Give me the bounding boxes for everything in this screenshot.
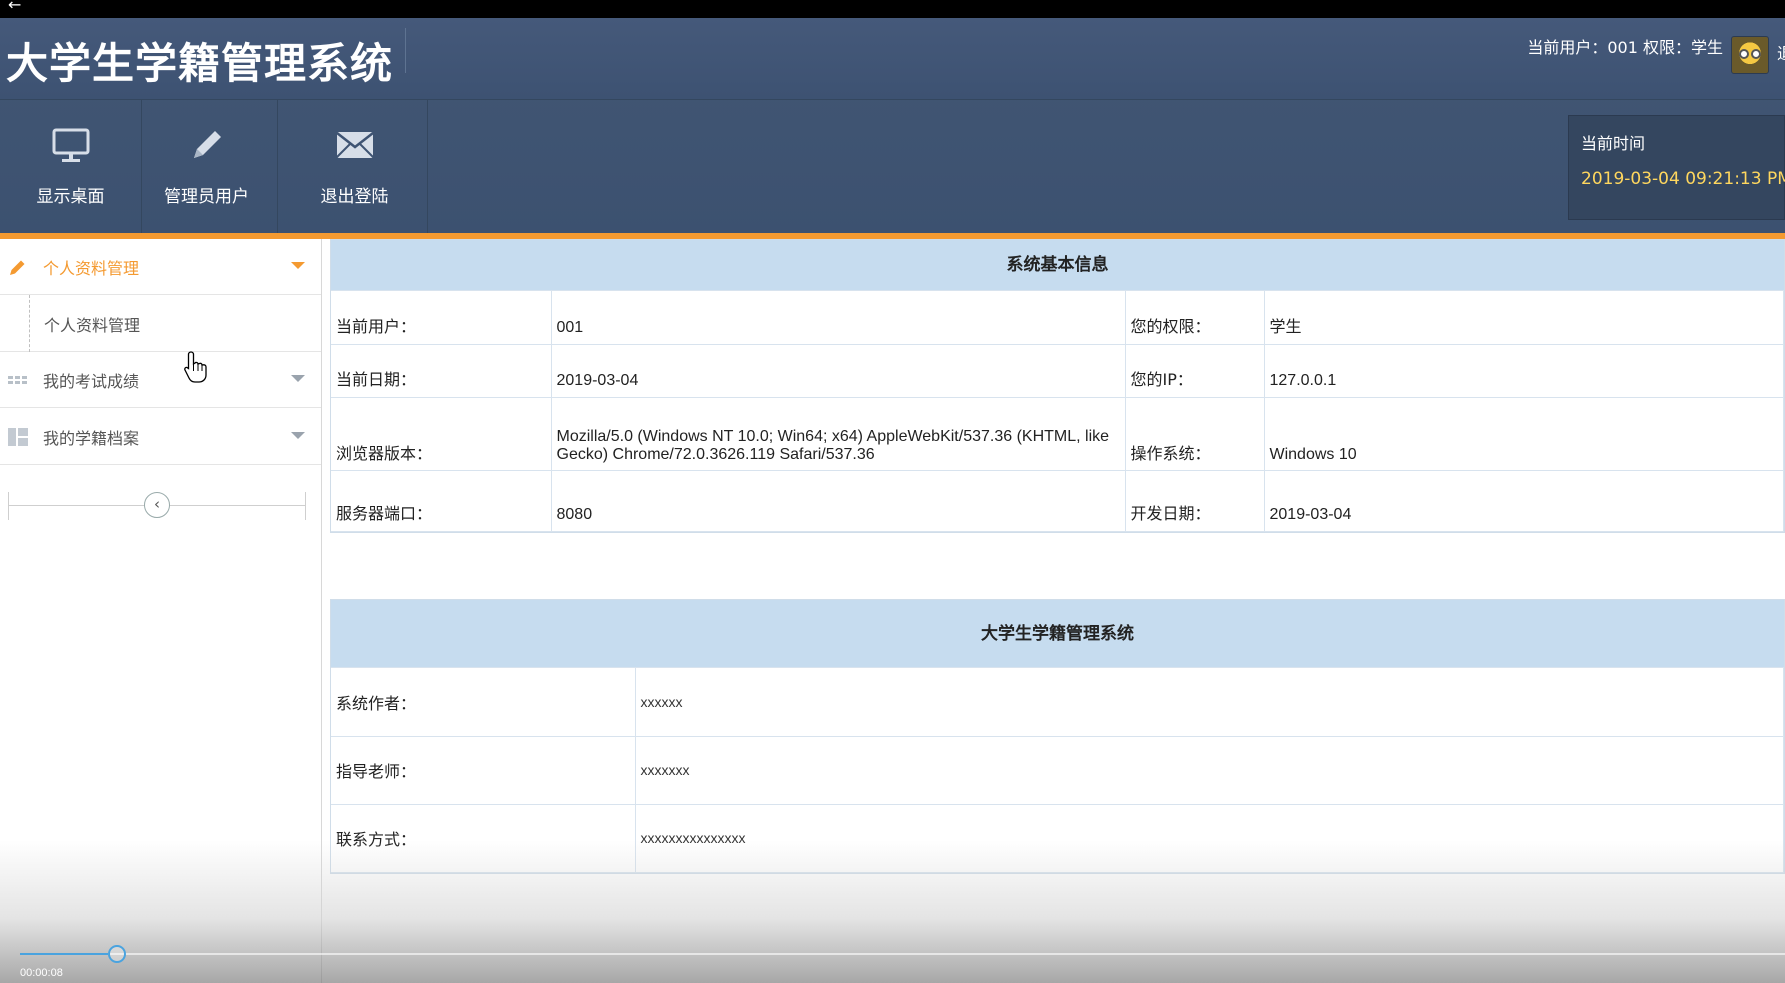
sidebar-item-profile[interactable]: 个人资料管理 [0, 239, 321, 295]
caret-down-icon [291, 262, 305, 269]
system-info-panel: 系统基本信息 当前用户： 001 您的权限： 学生 当前日期： 2019-03-… [330, 239, 1785, 533]
hand-cursor-icon [184, 351, 207, 383]
about-panel: 大学生学籍管理系统 系统作者： xxxxxx 指导老师： xxxxxxx 联系方… [330, 599, 1785, 874]
label-current-date: 当前日期： [331, 344, 552, 398]
caret-down-icon [291, 432, 305, 439]
value-permission: 学生 [1264, 291, 1784, 345]
caret-down-icon [291, 375, 305, 382]
envelope-icon [335, 132, 374, 158]
clock-value: 2019-03-04 09:21:13 PM [1581, 169, 1785, 189]
value-server-port: 8080 [551, 470, 1126, 532]
sidebar-item-label: 我的考试成绩 [43, 372, 140, 391]
video-controls-fade [0, 840, 1785, 983]
sidebar-item-exam-scores[interactable]: 我的考试成绩 [0, 352, 321, 408]
value-advisor: xxxxxxx [635, 736, 1784, 805]
title-bar: 大学生学籍管理系统 当前用户：001 权限：学生 退 [0, 18, 1785, 100]
sidebar-item-label: 我的学籍档案 [43, 429, 140, 448]
current-user-info: 当前用户：001 权限：学生 [1527, 38, 1723, 57]
system-info-heading: 系统基本信息 [331, 240, 1784, 291]
value-ip: 127.0.0.1 [1264, 344, 1784, 398]
back-arrow-icon[interactable]: ← [8, 0, 21, 14]
avatar-eye [1739, 49, 1749, 59]
value-current-date: 2019-03-04 [551, 344, 1126, 398]
table-row: 指导老师： xxxxxxx [331, 736, 1784, 805]
label-browser: 浏览器版本： [331, 397, 552, 471]
value-current-user: 001 [551, 291, 1126, 345]
pencil-icon [10, 260, 25, 275]
label-advisor: 指导老师： [331, 736, 636, 805]
label-current-user: 当前用户： [331, 291, 552, 345]
video-progress-fill [20, 953, 108, 955]
video-scrub-knob[interactable] [108, 945, 126, 963]
divider-tick [305, 492, 306, 520]
label-ip: 您的IP： [1125, 344, 1265, 398]
label-os: 操作系统： [1125, 397, 1265, 471]
admin-user-label: 管理员用户 [164, 187, 249, 207]
clock-label: 当前时间 [1581, 134, 1646, 153]
table-row: 当前日期： 2019-03-04 您的IP： 127.0.0.1 [331, 344, 1784, 398]
grid-icon [8, 376, 27, 384]
label-server-port: 服务器端口： [331, 470, 552, 532]
label-permission: 您的权限： [1125, 291, 1265, 345]
toolbar: 显示桌面 管理员用户 退出登陆 [0, 100, 1785, 235]
value-dev-date: 2019-03-04 [1264, 470, 1784, 532]
video-timecode: 00:00:08 [20, 967, 63, 979]
header: 大学生学籍管理系统 当前用户：001 权限：学生 退 显示桌面 [0, 18, 1785, 235]
avatar-eye [1751, 49, 1761, 59]
monitor-icon [52, 128, 89, 162]
sidebar-subitem-profile[interactable]: 个人资料管理 [0, 295, 321, 352]
value-browser: Mozilla/5.0 (Windows NT 10.0; Win64; x64… [551, 397, 1126, 471]
avatar[interactable] [1731, 36, 1769, 74]
sidebar-item-records[interactable]: 我的学籍档案 [0, 409, 321, 465]
header-edge-text: 退 [1777, 40, 1785, 64]
value-author: xxxxxx [635, 668, 1784, 737]
table-row: 系统作者： xxxxxx [331, 668, 1784, 737]
video-scrub-bar[interactable] [20, 945, 1785, 963]
layout-icon [8, 428, 28, 446]
label-author: 系统作者： [331, 668, 636, 737]
show-desktop-button[interactable]: 显示桌面 [0, 100, 142, 235]
title-separator [405, 28, 406, 73]
table-row: 浏览器版本： Mozilla/5.0 (Windows NT 10.0; Win… [331, 397, 1784, 471]
table-row: 服务器端口： 8080 开发日期： 2019-03-04 [331, 470, 1784, 532]
divider-tick [8, 492, 9, 520]
admin-user-button[interactable]: 管理员用户 [136, 100, 278, 235]
value-os: Windows 10 [1264, 397, 1784, 471]
sidebar-subitem-label: 个人资料管理 [44, 316, 141, 335]
top-black-strip: ← [0, 0, 1785, 18]
table-row: 当前用户： 001 您的权限： 学生 [331, 291, 1784, 345]
label-dev-date: 开发日期： [1125, 470, 1265, 532]
app-viewport: 大学生学籍管理系统 当前用户：001 权限：学生 退 显示桌面 [0, 18, 1785, 983]
sidebar-item-label: 个人资料管理 [43, 259, 140, 278]
show-desktop-label: 显示桌面 [36, 187, 105, 207]
system-info-table: 当前用户： 001 您的权限： 学生 当前日期： 2019-03-04 您的IP… [331, 291, 1784, 532]
tree-line [29, 295, 30, 352]
collapse-sidebar-button[interactable]: ‹ [144, 492, 170, 518]
app-title: 大学生学籍管理系统 [6, 39, 394, 88]
logout-button[interactable]: 退出登陆 [282, 100, 428, 235]
clock-panel: 当前时间 2019-03-04 09:21:13 PM [1568, 115, 1785, 220]
pencil-icon [193, 131, 221, 158]
logout-label: 退出登陆 [320, 187, 389, 207]
about-heading: 大学生学籍管理系统 [331, 600, 1784, 668]
